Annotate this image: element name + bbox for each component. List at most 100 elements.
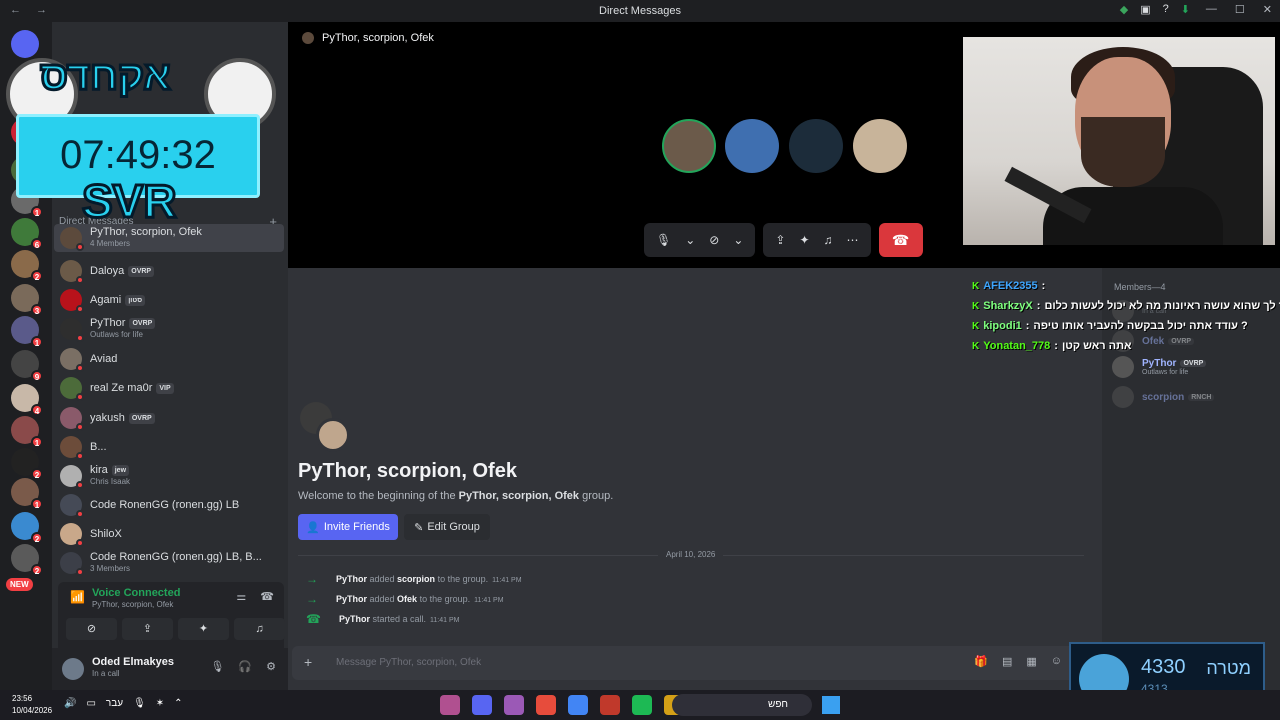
nitro-icon[interactable]: ◆ [1120, 3, 1128, 16]
attach-icon[interactable]: + [304, 654, 312, 670]
minimize-icon[interactable]: — [1206, 3, 1217, 16]
dm-item[interactable]: Code RonenGG (ronen.gg) LB [54, 491, 284, 519]
chevron-down-icon[interactable]: ⌄ [685, 233, 695, 247]
dm-item[interactable]: Code RonenGG (ronen.gg) LB, B... 3 Member… [54, 549, 284, 577]
message-actor[interactable]: PyThor [339, 614, 370, 624]
server-icon[interactable]: 1 [11, 478, 43, 510]
participant-avatar[interactable] [662, 119, 716, 173]
soundboard-button[interactable]: ♫ [234, 618, 285, 640]
activities-icon[interactable]: ✦ [799, 233, 809, 247]
server-icon[interactable]: 2 [11, 448, 43, 480]
language-indicator[interactable]: עבר [106, 698, 123, 709]
member-item[interactable]: PyThor OVRP Outlaws for life [1112, 354, 1272, 380]
screenshare-icon[interactable]: ⇪ [775, 233, 785, 247]
signal-icon[interactable]: 📶 [70, 590, 85, 604]
server-icon[interactable]: 3 [11, 284, 43, 316]
hangup-button[interactable]: ☎ [878, 223, 923, 257]
arrow-right-icon: → [306, 592, 318, 606]
dm-item[interactable]: Aviad [54, 345, 284, 373]
edit-group-button[interactable]: ✎ Edit Group [404, 514, 490, 540]
system-message-body: PyThor started a call. 11:41 PM [339, 614, 460, 624]
server-icon[interactable]: 1 [11, 316, 43, 348]
user-name[interactable]: Oded Elmakyes [92, 656, 174, 668]
dm-item[interactable]: PyThor, scorpion, Ofek 4 Members [54, 224, 284, 252]
dm-item[interactable]: kira jew Chris Isaak [54, 462, 284, 490]
server-icon[interactable]: 2 [11, 250, 43, 282]
webcam-beard [1081, 117, 1165, 187]
app-icon[interactable] [440, 695, 460, 715]
participant-avatar[interactable] [853, 119, 907, 173]
message-actor[interactable]: PyThor [336, 594, 367, 604]
chevron-down-icon[interactable]: ⌄ [733, 233, 743, 247]
member-item[interactable]: scorpion RNCH [1112, 384, 1272, 410]
windows-start-icon[interactable] [822, 696, 840, 714]
camera-button[interactable]: ⊘ [66, 618, 117, 640]
taskbar-search[interactable]: חפש [672, 694, 812, 716]
dm-item[interactable]: Daloya OVRP [54, 257, 284, 285]
dm-item[interactable]: PyThor OVRP Outlaws for life [54, 315, 284, 343]
participant-avatar[interactable] [789, 119, 843, 173]
app-icon[interactable] [600, 695, 620, 715]
maximize-icon[interactable]: ☐ [1235, 3, 1245, 16]
close-icon[interactable]: ✕ [1263, 3, 1272, 16]
dm-item[interactable]: real Ze ma0r VIP [54, 374, 284, 402]
gif-icon[interactable]: ▤ [1002, 655, 1012, 668]
headphones-icon[interactable]: 🎧 [238, 660, 252, 673]
server-icon[interactable]: 2 [11, 544, 43, 576]
app-icon[interactable] [504, 695, 524, 715]
activities-button[interactable]: ✦ [178, 618, 229, 640]
camera-off-icon[interactable]: ⊘ [709, 233, 719, 247]
inbox-icon[interactable]: ▣ [1140, 3, 1150, 16]
download-icon[interactable]: ⬇ [1181, 3, 1190, 16]
dm-item[interactable]: ShiloX [54, 520, 284, 548]
mic-icon[interactable]: 🎙 [656, 233, 671, 247]
message-target[interactable]: scorpion [397, 574, 435, 584]
dm-name-text: kira [90, 464, 108, 476]
mention-badge: 2 [31, 532, 43, 544]
dm-name: PyThor, scorpion, Ofek [90, 227, 202, 238]
avatar [60, 465, 84, 489]
bluetooth-icon[interactable]: ✶ [156, 698, 164, 709]
screenshare-button[interactable]: ⇪ [122, 618, 173, 640]
settings-icon[interactable]: ⚙ [266, 660, 276, 673]
message-composer: + Message PyThor, scorpion, Ofek 🎁 ▤ ▦ ☺ [292, 646, 1076, 680]
disconnect-icon[interactable]: ☎ [260, 590, 274, 603]
discord-app-icon[interactable] [472, 695, 492, 715]
app-icon[interactable] [536, 695, 556, 715]
participant-avatar[interactable] [725, 119, 779, 173]
chrome-icon[interactable] [568, 695, 588, 715]
mic-tray-icon[interactable]: 🎙 [133, 698, 146, 709]
emoji-icon[interactable]: ☺ [1051, 655, 1062, 668]
server-icon[interactable]: 6 [11, 218, 43, 250]
chevron-up-icon[interactable]: ⌃ [174, 698, 182, 709]
message-input[interactable]: Message PyThor, scorpion, Ofek [336, 657, 481, 668]
dm-item[interactable]: Agami סטון [54, 286, 284, 314]
taskbar-clock[interactable]: 23:56 10/04/2026 [12, 693, 52, 717]
network-icon[interactable]: ▭ [86, 698, 95, 709]
dm-item[interactable]: B... [54, 433, 284, 461]
message-target[interactable]: Ofek [397, 594, 417, 604]
chat-separator: : [1036, 300, 1041, 312]
volume-icon[interactable]: 🔊 [64, 698, 76, 709]
help-icon[interactable]: ? [1163, 3, 1169, 16]
spotify-icon[interactable] [632, 695, 652, 715]
message-actor[interactable]: PyThor [336, 574, 367, 584]
more-icon[interactable]: ⋯ [847, 233, 859, 247]
status-dot [76, 539, 84, 547]
mic-icon[interactable]: 🎙 [210, 660, 224, 673]
gift-icon[interactable]: 🎁 [974, 655, 988, 668]
noise-suppression-icon[interactable]: ⚌ [236, 590, 246, 603]
dm-item[interactable]: yakush OVRP [54, 404, 284, 432]
server-icon[interactable]: 4 [11, 384, 43, 416]
nav-arrows[interactable]: ← → [10, 4, 53, 16]
sticker-icon[interactable]: ▦ [1026, 655, 1036, 668]
voice-channel[interactable]: PyThor, scorpion, Ofek [92, 600, 173, 609]
user-avatar[interactable] [62, 658, 84, 680]
invite-friends-button[interactable]: 👤 Invite Friends [298, 514, 398, 540]
server-icon[interactable]: 1 [11, 416, 43, 448]
avatar [60, 552, 84, 576]
server-icon[interactable]: 9 [11, 350, 43, 382]
soundboard-icon[interactable]: ♫ [824, 233, 833, 247]
server-icon[interactable]: 2 [11, 512, 43, 544]
system-message: ☎ PyThor started a call. 11:41 PM [306, 612, 459, 626]
